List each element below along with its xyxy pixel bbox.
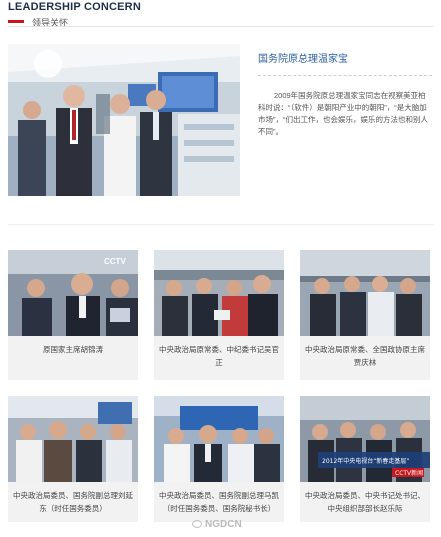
leader-caption: 中央政治局原常委、中纪委书记吴官正 <box>159 345 279 367</box>
leader-photo <box>154 250 284 336</box>
leader-card[interactable]: 中央政治局原常委、全国政协原主席贾庆林 <box>300 250 430 380</box>
leader-card[interactable]: 中央政治局委员、国务院副总理刘延东（时任国务委员） <box>8 396 138 522</box>
weibo-icon <box>192 520 202 528</box>
leader-caption: 中央政治局委员、国务院副总理刘延东（时任国务委员） <box>13 491 133 513</box>
leader-card[interactable]: 中央政治局原常委、中纪委书记吴官正 <box>154 250 284 380</box>
leader-photo: 2012年中央电视台“新春走基层” CCTV新闻 <box>300 396 430 482</box>
leader-card[interactable]: 2012年中央电视台“新春走基层” CCTV新闻 中央政治局委员、中央书记处书记… <box>300 396 430 522</box>
leader-card[interactable]: 中央政治局委员、国务院副总理马凯（时任国务委员、国务院秘书长） <box>154 396 284 522</box>
leader-card[interactable]: CCTV 原国家主席胡锦涛 <box>8 250 138 380</box>
leader-caption: 中央政治局委员、国务院副总理马凯（时任国务委员、国务院秘书长） <box>159 491 279 513</box>
leader-grid: CCTV 原国家主席胡锦涛 中央政治局原常委、中纪委书记吴官正 中央政治局原常委… <box>0 0 441 537</box>
watermark-text: NGDCN <box>205 519 242 530</box>
leader-caption: 中央政治局委员、中央书记处书记、中央组织部部长赵乐际 <box>305 491 425 513</box>
leader-photo <box>300 250 430 336</box>
leader-photo <box>8 396 138 482</box>
leader-caption: 原国家主席胡锦涛 <box>43 345 103 354</box>
watermark: NGDCN <box>192 519 242 530</box>
screen-banner-text: 2012年中央电视台“新春走基层” <box>322 457 410 465</box>
tv-logo: CCTV <box>104 257 126 266</box>
leader-photo: CCTV <box>8 250 138 336</box>
leader-caption: 中央政治局原常委、全国政协原主席贾庆林 <box>305 345 425 367</box>
leader-photo <box>154 396 284 482</box>
screen-badge-text: CCTV新闻 <box>395 469 423 477</box>
